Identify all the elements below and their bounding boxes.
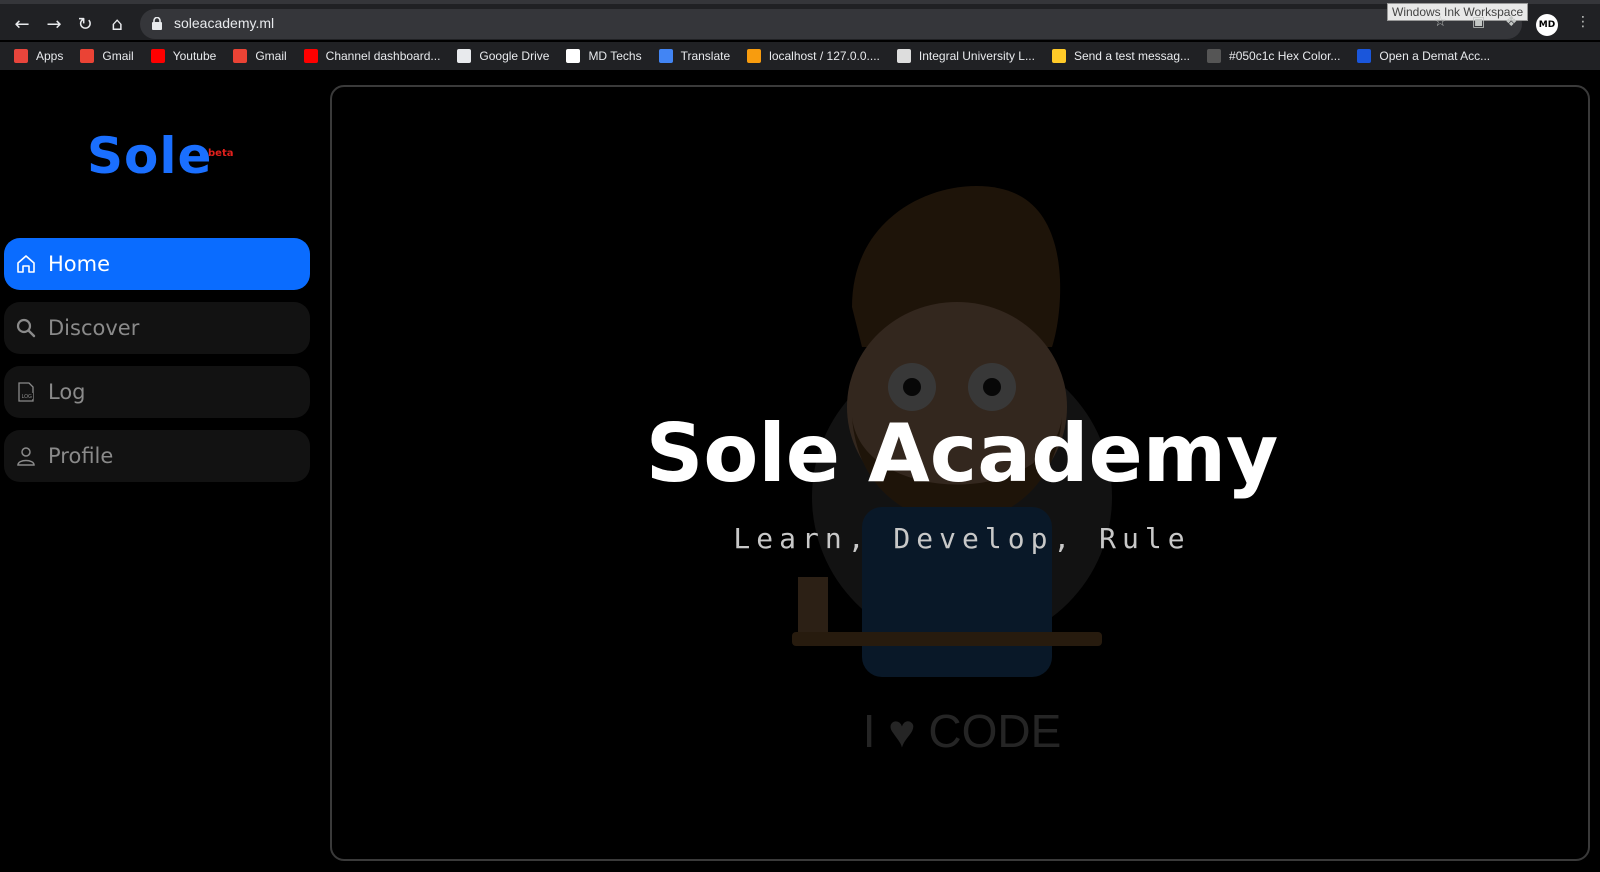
illustration-caption: I ♥ CODE <box>863 705 1062 757</box>
phpmyadmin-icon <box>747 49 762 63</box>
home-browser-icon[interactable]: ⌂ <box>106 13 128 35</box>
bookmark-label: Gmail <box>102 49 134 63</box>
bookmark-item[interactable]: Gmail <box>233 49 287 63</box>
lock-icon <box>152 17 162 30</box>
bookmark-label: Gmail <box>255 49 287 63</box>
url-text[interactable]: soleacademy.ml <box>174 15 274 31</box>
star-icon[interactable]: ☆ <box>1434 14 1447 30</box>
extension-icon[interactable]: ▣ <box>1472 14 1485 30</box>
logo[interactable]: Sole <box>87 127 212 185</box>
address-bar[interactable]: soleacademy.ml <box>140 9 1522 39</box>
sidebar-item-label: Log <box>48 380 86 404</box>
bookmark-item[interactable]: #050c1c Hex Color... <box>1207 49 1340 63</box>
avatar[interactable]: MD <box>1536 14 1558 36</box>
bookmark-label: Apps <box>36 49 64 63</box>
beta-badge: beta <box>208 148 234 159</box>
bookmark-item[interactable]: localhost / 127.0.0.... <box>747 49 880 63</box>
home-icon <box>14 252 38 276</box>
bookmark-item[interactable]: Apps <box>14 49 63 63</box>
youtube-icon <box>150 49 165 63</box>
bookmark-item[interactable]: Youtube <box>150 49 217 63</box>
youtube-icon <box>303 49 318 63</box>
bookmark-label: Google Drive <box>479 49 550 63</box>
apps-grid-icon <box>14 49 28 63</box>
translate-icon <box>658 49 673 63</box>
menu-dots-icon[interactable]: ⋮ <box>1576 14 1590 30</box>
sidebar-item-label: Discover <box>48 316 140 340</box>
user-icon <box>14 444 38 468</box>
gmail-icon <box>233 49 248 63</box>
gmail-icon <box>80 49 95 63</box>
search-icon <box>14 316 38 340</box>
md-techs-icon <box>566 49 581 63</box>
sidebar-item-log[interactable]: LOG Log <box>4 366 310 418</box>
reload-icon[interactable]: ↻ <box>74 13 96 35</box>
forward-icon[interactable]: → <box>43 13 65 35</box>
bookmark-label: Open a Demat Acc... <box>1379 49 1491 63</box>
page-content: Sole beta Home Discover LOG Log Profile <box>0 72 1600 872</box>
hero-panel: I ♥ CODE Sole Academy Learn, Develop, Ru… <box>330 85 1590 861</box>
bookmark-item[interactable]: Channel dashboard... <box>303 49 441 63</box>
bookmarks-bar: Apps Gmail Youtube Gmail Channel dashboard..… <box>0 42 1600 70</box>
bookmark-label: Send a test messag... <box>1073 49 1191 63</box>
globe-icon <box>457 49 472 63</box>
log-file-icon: LOG <box>14 380 38 404</box>
demat-icon <box>1357 49 1372 63</box>
sidebar-item-profile[interactable]: Profile <box>4 430 310 482</box>
tab-strip <box>0 0 1600 4</box>
bookmark-item[interactable]: Send a test messag... <box>1051 49 1191 63</box>
bookmark-label: MD Techs <box>588 49 642 63</box>
bookmark-item[interactable]: Google Drive <box>457 49 549 63</box>
back-icon[interactable]: ← <box>11 13 33 35</box>
university-icon <box>896 49 911 63</box>
bookmark-label: Channel dashboard... <box>325 49 441 63</box>
bookmark-item[interactable]: Integral University L... <box>896 49 1035 63</box>
firebase-icon <box>1051 49 1066 63</box>
browser-toolbar: ← → ↻ ⌂ soleacademy.ml Windows Ink Works… <box>0 0 1600 40</box>
bookmark-label: Integral University L... <box>918 49 1035 63</box>
sidebar-item-home[interactable]: Home <box>4 238 310 290</box>
bookmark-item[interactable]: Gmail <box>80 49 134 63</box>
puzzle-icon[interactable]: ❖ <box>1505 14 1518 30</box>
color-icon <box>1207 49 1222 63</box>
sidebar-item-label: Profile <box>48 444 114 468</box>
bookmark-item[interactable]: Translate <box>658 49 731 63</box>
svg-text:LOG: LOG <box>22 394 33 400</box>
tagline: Learn, Develop, Rule <box>733 522 1191 555</box>
bookmark-label: #050c1c Hex Color... <box>1229 49 1341 63</box>
bookmark-label: localhost / 127.0.0.... <box>769 49 880 63</box>
page-title: Sole Academy <box>645 407 1279 500</box>
bookmark-item[interactable]: Open a Demat Acc... <box>1357 49 1490 63</box>
sidebar-item-discover[interactable]: Discover <box>4 302 310 354</box>
sidebar-item-label: Home <box>48 252 111 276</box>
sidebar: Sole beta Home Discover LOG Log Profile <box>0 72 320 872</box>
bookmark-item[interactable]: MD Techs <box>566 49 642 63</box>
bookmark-label: Translate <box>680 49 731 63</box>
bookmark-label: Youtube <box>172 49 217 63</box>
